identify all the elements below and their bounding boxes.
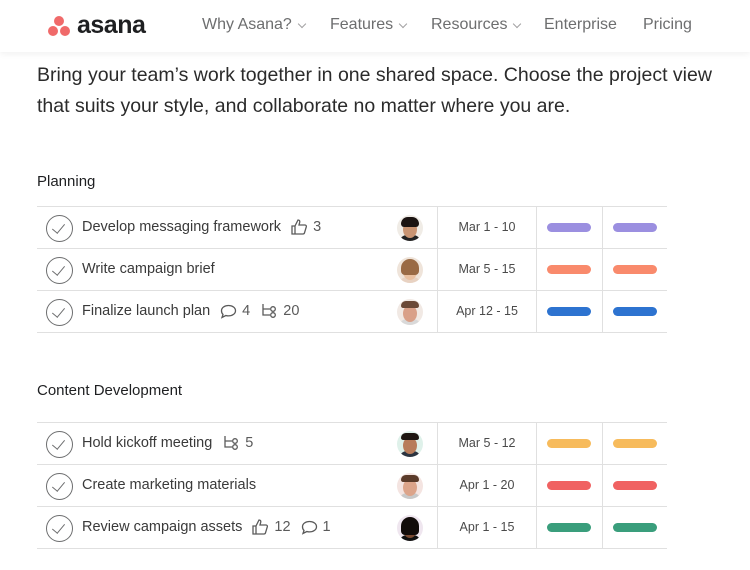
likes-count: 12	[274, 519, 291, 535]
assignee-avatar[interactable]	[397, 473, 423, 499]
comments-count: 1	[322, 519, 331, 535]
status-bar	[547, 439, 591, 448]
task-name: Hold kickoff meeting	[82, 435, 213, 451]
task-name: Write campaign brief	[82, 261, 215, 277]
comment-icon	[301, 520, 317, 535]
likes-count: 3	[313, 219, 322, 235]
status-bar	[547, 307, 591, 316]
task-cell: Review campaign assets 12 1	[82, 519, 331, 535]
task-table-content-development: Hold kickoff meeting 5 Mar 5 - 12 Create…	[37, 422, 667, 549]
status-bar	[547, 523, 591, 532]
status-bar	[613, 523, 657, 532]
status-bar	[613, 223, 657, 232]
chevron-down-icon	[513, 19, 522, 28]
task-row[interactable]: Develop messaging framework 3 Mar 1 - 10	[37, 207, 667, 249]
due-date: Mar 5 - 12	[458, 436, 516, 450]
subtasks-count: 5	[245, 435, 254, 451]
complete-checkbox-icon[interactable]	[46, 515, 73, 542]
status-bar	[547, 265, 591, 274]
status-bar	[613, 265, 657, 274]
likes: 12	[252, 519, 291, 535]
status-bar	[613, 439, 657, 448]
section-title-planning: Planning	[37, 173, 96, 190]
nav-label: Pricing	[643, 16, 692, 33]
chevron-down-icon	[398, 19, 408, 28]
comments-count: 4	[242, 303, 251, 319]
task-cell: Create marketing materials	[82, 477, 256, 493]
nav-pricing[interactable]: Pricing	[643, 16, 692, 34]
due-date: Mar 5 - 15	[458, 262, 516, 276]
task-row[interactable]: Create marketing materials Apr 1 - 20	[37, 465, 667, 507]
due-date: Mar 1 - 10	[458, 220, 516, 234]
task-row[interactable]: Finalize launch plan 4 20 Apr 12 - 15	[37, 291, 667, 333]
nav-label: Features	[330, 16, 394, 33]
nav-enterprise[interactable]: Enterprise	[544, 16, 617, 34]
nav-label: Resources	[431, 16, 508, 33]
subtasks-count: 20	[283, 303, 300, 319]
task-cell: Develop messaging framework 3	[82, 219, 321, 235]
task-row[interactable]: Hold kickoff meeting 5 Mar 5 - 12	[37, 423, 667, 465]
status-bar	[613, 307, 657, 316]
complete-checkbox-icon[interactable]	[46, 431, 73, 458]
status-bar	[613, 481, 657, 490]
asana-logo[interactable]: asana	[47, 10, 146, 39]
task-name: Finalize launch plan	[82, 303, 211, 319]
status-bar	[547, 223, 591, 232]
asana-logo-icon	[47, 14, 71, 36]
thumbs-up-icon	[291, 219, 308, 235]
task-table-planning: Develop messaging framework 3 Mar 1 - 10…	[37, 206, 667, 333]
likes: 3	[291, 219, 321, 235]
task-name: Create marketing materials	[82, 477, 257, 493]
task-cell: Hold kickoff meeting 5	[82, 435, 253, 451]
complete-checkbox-icon[interactable]	[46, 215, 73, 242]
subtask-icon	[224, 436, 239, 450]
task-cell: Finalize launch plan 4 20	[82, 303, 299, 319]
thumbs-up-icon	[252, 519, 269, 535]
task-name: Develop messaging framework	[82, 219, 282, 235]
comments: 1	[301, 519, 331, 535]
nav-label: Why Asana?	[202, 16, 292, 33]
subtasks: 20	[260, 303, 299, 319]
nav-resources[interactable]: Resources	[431, 16, 522, 34]
assignee-avatar[interactable]	[397, 215, 423, 241]
due-date: Apr 1 - 20	[459, 478, 515, 492]
section-title-content-development: Content Development	[37, 382, 183, 399]
task-cell: Write campaign brief	[82, 261, 215, 277]
nav-label: Enterprise	[544, 16, 617, 33]
nav-features[interactable]: Features	[330, 16, 408, 34]
nav-why-asana[interactable]: Why Asana?	[202, 16, 307, 34]
task-row[interactable]: Write campaign brief Mar 5 - 15	[37, 249, 667, 291]
chevron-down-icon	[297, 19, 307, 28]
comment-icon	[221, 304, 237, 319]
comments: 4	[220, 303, 250, 319]
assignee-avatar[interactable]	[397, 431, 423, 457]
status-bar	[547, 481, 591, 490]
due-date: Apr 1 - 15	[459, 520, 515, 534]
assignee-avatar[interactable]	[397, 515, 423, 541]
task-name: Review campaign assets	[82, 519, 243, 535]
intro-text: Bring your team’s work together in one s…	[37, 64, 712, 117]
subtasks: 5	[222, 435, 253, 451]
complete-checkbox-icon[interactable]	[46, 257, 73, 284]
assignee-avatar[interactable]	[397, 257, 423, 283]
due-date: Apr 12 - 15	[456, 304, 518, 318]
subtask-icon	[262, 304, 277, 318]
complete-checkbox-icon[interactable]	[46, 473, 73, 500]
task-row[interactable]: Review campaign assets 12 1 Apr 1 - 15	[37, 507, 667, 549]
complete-checkbox-icon[interactable]	[46, 299, 73, 326]
logo-text: asana	[77, 10, 146, 39]
top-nav: asana Why Asana? Features Resources Ente…	[0, 0, 750, 52]
assignee-avatar[interactable]	[397, 299, 423, 325]
